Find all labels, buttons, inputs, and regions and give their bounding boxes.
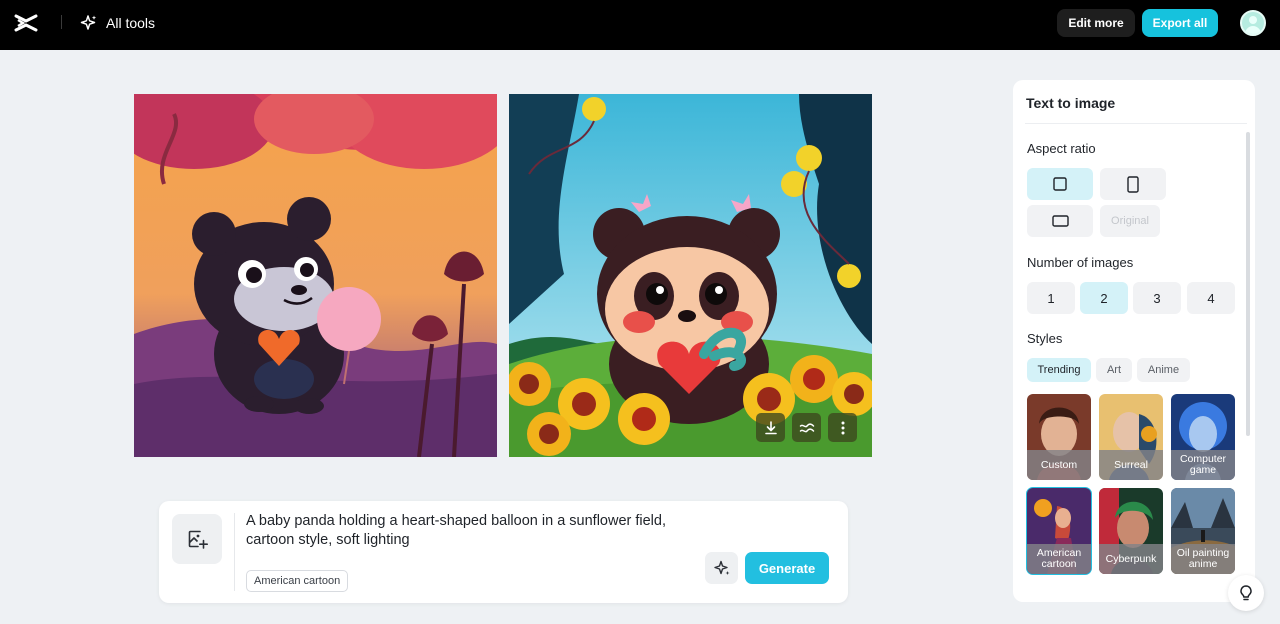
lightbulb-icon [1240, 585, 1252, 601]
number-option-2[interactable]: 2 [1080, 282, 1128, 314]
style-card-oil-painting-anime[interactable]: Oil painting anime [1171, 488, 1235, 574]
prompt-input[interactable]: A baby panda holding a heart-shaped ball… [246, 512, 696, 550]
more-options-button[interactable] [828, 413, 857, 442]
generate-button[interactable]: Generate [745, 552, 829, 584]
edit-more-button[interactable]: Edit more [1057, 9, 1135, 37]
style-card-custom[interactable]: Custom [1027, 394, 1091, 480]
style-card-computer-game[interactable]: Computer game [1171, 394, 1235, 480]
generated-image-2[interactable] [509, 94, 872, 457]
panel-divider [1025, 123, 1247, 124]
panel-scrollbar[interactable] [1246, 132, 1250, 436]
aspect-square-button[interactable] [1027, 168, 1093, 200]
style-card-label: Oil painting anime [1171, 544, 1235, 574]
style-card-label: Custom [1027, 450, 1091, 480]
style-tab-art[interactable]: Art [1096, 358, 1132, 382]
style-card-american-cartoon[interactable]: American cartoon [1026, 487, 1092, 575]
download-icon [764, 420, 777, 434]
more-icon [841, 421, 844, 434]
text-to-image-panel: Text to image Aspect ratio Original Numb… [1013, 80, 1255, 602]
panda-balloon-illustration-2 [509, 94, 872, 457]
all-tools-label: All tools [106, 15, 156, 31]
aspect-portrait-button[interactable] [1100, 168, 1166, 200]
aspect-landscape-button[interactable] [1027, 205, 1093, 237]
number-option-1[interactable]: 1 [1027, 282, 1075, 314]
image-actions [756, 413, 857, 442]
prompt-enhance-button[interactable] [705, 552, 738, 584]
number-option-3[interactable]: 3 [1133, 282, 1181, 314]
selected-style-chip[interactable]: American cartoon [246, 570, 349, 592]
style-card-label: Surreal [1099, 450, 1163, 480]
generated-image-1[interactable] [134, 94, 497, 457]
landscape-ratio-icon [1051, 215, 1069, 227]
prompt-divider [234, 513, 235, 591]
sparkle-icon [80, 15, 97, 30]
aspect-original-label: Original [1111, 215, 1149, 227]
style-card-label: American cartoon [1027, 544, 1091, 574]
style-card-cyberpunk[interactable]: Cyberpunk [1099, 488, 1163, 574]
avatar[interactable] [1240, 10, 1266, 36]
style-tab-anime[interactable]: Anime [1137, 358, 1190, 382]
aspect-original-button[interactable]: Original [1100, 205, 1160, 237]
number-of-images-title: Number of images [1027, 255, 1134, 270]
magic-wand-icon [713, 560, 729, 575]
aspect-ratio-title: Aspect ratio [1027, 141, 1096, 156]
add-reference-image-icon [188, 530, 208, 549]
capcut-logo-icon[interactable] [14, 12, 38, 34]
panda-balloon-illustration-1 [134, 94, 497, 457]
style-card-label: Computer game [1171, 450, 1235, 480]
tips-button[interactable] [1228, 575, 1264, 611]
wave-icon [799, 422, 814, 432]
header-divider [61, 15, 62, 29]
styles-title: Styles [1027, 331, 1063, 346]
portrait-ratio-icon [1127, 175, 1139, 193]
all-tools-button[interactable]: All tools [80, 12, 155, 34]
prompt-box: A baby panda holding a heart-shaped ball… [159, 501, 848, 603]
number-option-4[interactable]: 4 [1187, 282, 1235, 314]
top-bar: All tools Edit more Export all [0, 0, 1280, 50]
style-tab-trending[interactable]: Trending [1027, 358, 1091, 382]
download-button[interactable] [756, 413, 785, 442]
style-card-label: Cyberpunk [1099, 544, 1163, 574]
export-all-button[interactable]: Export all [1142, 9, 1218, 37]
add-reference-image-button[interactable] [172, 514, 222, 564]
square-ratio-icon [1053, 177, 1067, 191]
style-card-surreal[interactable]: Surreal [1099, 394, 1163, 480]
panel-title: Text to image [1026, 95, 1116, 111]
variation-button[interactable] [792, 413, 821, 442]
